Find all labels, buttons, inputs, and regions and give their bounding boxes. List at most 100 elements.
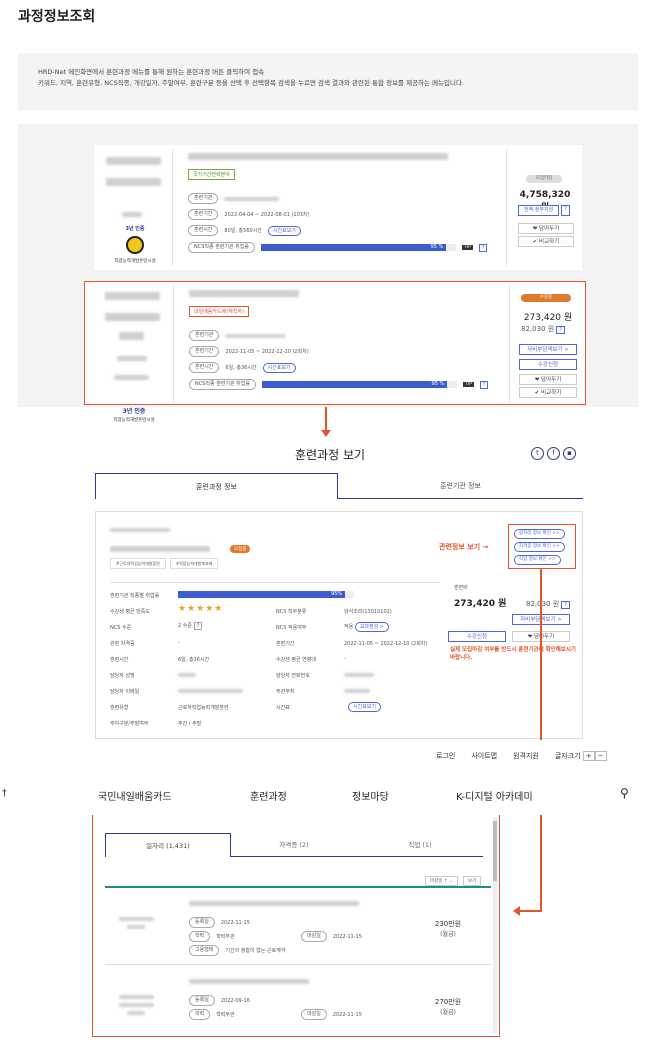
job1-wage: 230만원 bbox=[434, 920, 462, 928]
detail-chip-1: #근로자직업능력개발훈련 bbox=[110, 558, 166, 569]
detail-period: 2022-11-05 ~ 2022-12-10 (2회차) bbox=[344, 641, 428, 647]
heart-icon: ❤ bbox=[527, 634, 533, 640]
job1-deadline: 2022-11-15 bbox=[332, 933, 362, 940]
job-item-2[interactable]: 등록일 2022-09-16 학력 학력무관 마감일 2022-11-15 270만원… bbox=[105, 967, 491, 1033]
job1-registered: 2022-11-15 bbox=[220, 919, 250, 926]
fee-label: 훈련비 bbox=[454, 585, 468, 591]
jobs-tab-jobs[interactable]: 일자리 (1,431) bbox=[105, 833, 231, 857]
related-label: 관련정보 보기 → bbox=[439, 543, 489, 551]
detail-label-period: 훈련기간 bbox=[276, 641, 295, 647]
help-icon[interactable]: ? bbox=[561, 601, 571, 609]
detail-chip-2: #직업능력개발계좌제 bbox=[169, 558, 219, 569]
twitter-icon[interactable]: t bbox=[531, 447, 544, 460]
job1-label-registered: 등록일 bbox=[189, 917, 215, 928]
nav-item-card[interactable]: 국민내일배움카드 bbox=[98, 788, 172, 803]
card2-support-button[interactable]: 자비부담액보기 > bbox=[519, 344, 577, 355]
detail-label-rate: 훈련기관 직종별 취업률 bbox=[110, 593, 160, 599]
card2-tip[interactable]: TIP bbox=[463, 382, 474, 387]
job1-type: 기간의 정함이 없는 근로계약 bbox=[225, 948, 286, 954]
card2-progress-fill: 95 % bbox=[262, 381, 448, 388]
arrow-down-head bbox=[321, 430, 331, 437]
job2-wage: 270만원 bbox=[434, 998, 462, 1006]
nav-item-kdigital[interactable]: K-디지털 아카데미 bbox=[456, 788, 533, 803]
card1-save-button[interactable]: ❤ 담아두기 bbox=[518, 223, 574, 234]
card2-help-icon[interactable]: ? bbox=[479, 380, 489, 389]
scrollbar[interactable] bbox=[493, 817, 497, 1033]
card1-status-badge: 모집마감 bbox=[526, 175, 562, 183]
job-info-button[interactable]: 일자리 정보 확인 >> bbox=[514, 529, 565, 539]
card2-apply-button[interactable]: 수강신청 bbox=[519, 359, 577, 370]
sitemap-link[interactable]: 사이트맵 bbox=[471, 751, 497, 761]
detail-label-hours: 훈련시간 bbox=[110, 657, 129, 663]
heart-icon: ❤ bbox=[532, 226, 538, 232]
job2-label-registered: 등록일 bbox=[189, 995, 215, 1006]
card2-price-self: 82,030 원 ? bbox=[521, 324, 566, 334]
card1-compare-button[interactable]: ✔ 비교하기 bbox=[518, 236, 574, 247]
card2-status-badge: 수강중 bbox=[521, 294, 571, 302]
heart-icon: ❤ bbox=[534, 377, 540, 383]
jobs-tab-occupation[interactable]: 직업 (1) bbox=[357, 833, 483, 857]
card1-support-button[interactable]: 전액 정부지원? bbox=[518, 205, 570, 216]
card1-cert-icon bbox=[126, 236, 144, 254]
card1-label-period: 훈련기간 bbox=[188, 209, 219, 220]
facebook-icon[interactable]: f bbox=[547, 447, 560, 460]
card1-label-org: 훈련기관 bbox=[188, 193, 219, 204]
job1-edu: 학력무관 bbox=[216, 934, 235, 940]
help-icon[interactable]: ? bbox=[193, 622, 203, 630]
cert-info-button[interactable]: 자격증 정보 확인 >> bbox=[514, 542, 565, 552]
card2-label-hours: 훈련시간 bbox=[189, 362, 220, 373]
detail-daynight: 주간 / 주말 bbox=[178, 721, 202, 727]
course-card-2[interactable]: 3년 인증 직업능력개발훈련시설 내일배움카드제(재직자) 훈련기관 훈련기간 2… bbox=[84, 281, 586, 423]
card1-help-icon[interactable]: ? bbox=[478, 243, 488, 252]
detail-apply-button[interactable]: 수강신청 bbox=[448, 631, 506, 642]
card1-label-hours: 훈련시간 bbox=[188, 225, 219, 236]
detail-age: - bbox=[344, 656, 346, 662]
job1-label-edu: 학력 bbox=[189, 931, 211, 942]
nav-edge: † bbox=[2, 788, 7, 799]
card2-period: 2022-11-05 ~ 2022-12-10 (2회차) bbox=[225, 349, 309, 355]
occupation-info-button[interactable]: 직업 정보 확인 >> bbox=[514, 555, 561, 565]
card2-progress: 95 % bbox=[262, 381, 457, 388]
card2-save-button[interactable]: ❤ 담아두기 bbox=[519, 374, 577, 385]
jobs-panel: 일자리 (1,431) 자격증 (2) 직업 (1) 마감일 ↑ ⌄ 보기 등록… bbox=[92, 815, 500, 1037]
font-increase-icon[interactable]: + bbox=[582, 751, 595, 761]
connector-vertical-2 bbox=[540, 815, 542, 912]
remote-support-link[interactable]: 원격지원 bbox=[513, 751, 539, 761]
help-icon[interactable]: ? bbox=[556, 326, 566, 334]
chat-icon[interactable]: ▪ bbox=[563, 447, 576, 460]
card2-schedule-button[interactable]: 시간표보기 bbox=[262, 362, 296, 373]
detail-tab-course[interactable]: 훈련과정 정보 bbox=[95, 473, 338, 499]
jobs-tab-cert[interactable]: 자격증 (2) bbox=[231, 833, 357, 857]
detail-progress: 95% bbox=[178, 591, 354, 598]
card2-hours: 6일, 총36시간 bbox=[225, 365, 257, 371]
detail-panel: 모집중 #근로자직업능력개발훈련 #직업능력개발계좌제 관련정보 보기 → 일자… bbox=[95, 511, 583, 739]
card2-compare-button[interactable]: ✔ 비교하기 bbox=[519, 387, 577, 398]
card2-title[interactable] bbox=[189, 290, 299, 297]
nav-item-training[interactable]: 훈련과정 bbox=[250, 788, 287, 803]
card2-label-rate: NCS직종 훈련기관 취업률 bbox=[189, 379, 256, 390]
card1-schedule-button[interactable]: 시간표보기 bbox=[267, 225, 301, 236]
chevron-down-icon: ⌄ bbox=[449, 879, 453, 884]
detail-ncs-class: 양식조리(13010102) bbox=[344, 609, 392, 615]
curriculum-button[interactable]: 교과편성 > bbox=[354, 622, 389, 632]
search-icon[interactable]: ⚲ bbox=[620, 786, 629, 800]
font-decrease-icon[interactable]: − bbox=[594, 751, 607, 761]
job-item-1[interactable]: 등록일 2022-11-15 학력 학력무관 마감일 2022-11-15 고용형태 기… bbox=[105, 891, 491, 965]
card2-label-period: 훈련기간 bbox=[189, 346, 220, 357]
detail-price: 273,420 원 bbox=[454, 599, 507, 609]
font-size-control: 글자크기 + − bbox=[555, 751, 607, 761]
card1-support-help-icon[interactable]: ? bbox=[561, 205, 570, 216]
card1-title[interactable] bbox=[188, 153, 448, 160]
login-link[interactable]: 로그인 bbox=[436, 751, 455, 761]
jobs-sort-button[interactable]: 보기 bbox=[463, 876, 482, 886]
card1-tip[interactable]: TIP bbox=[462, 245, 473, 250]
detail-schedule-button[interactable]: 시간표보기 bbox=[348, 702, 382, 712]
detail-label-ncs-level: NCS 수준 bbox=[110, 625, 132, 631]
detail-hours: 6일, 총36시간 bbox=[178, 657, 210, 663]
jobs-sort-select[interactable]: 마감일 ↑ ⌄ bbox=[425, 876, 458, 886]
nav-item-info[interactable]: 정보마당 bbox=[352, 788, 389, 803]
detail-progress-fill: 95% bbox=[178, 591, 346, 598]
course-card-1[interactable]: 3년 인증 직업능력개발훈련시설 국가기간전략분야 훈련기관 훈련기간 2022-… bbox=[94, 145, 582, 270]
share-icons: t f ▪ bbox=[531, 447, 576, 460]
detail-tab-institution[interactable]: 훈련기관 정보 bbox=[338, 473, 583, 499]
